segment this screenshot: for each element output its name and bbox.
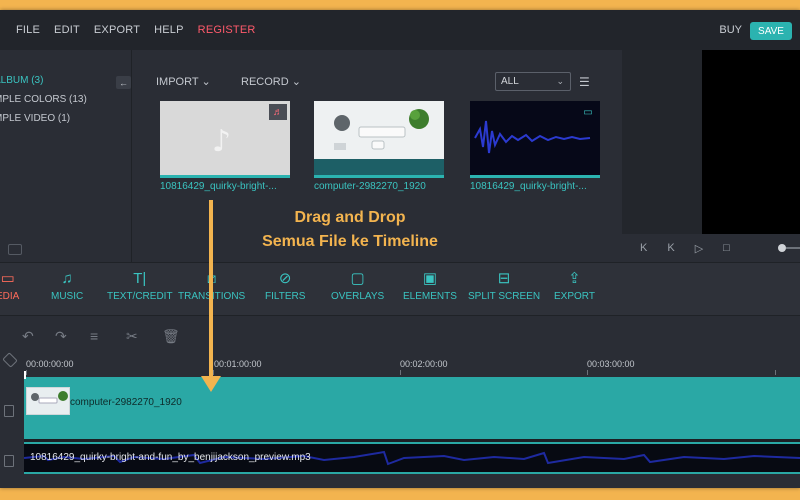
- progress-handle[interactable]: [778, 244, 786, 252]
- media-sidebar: ALBUM (3) MPLE COLORS (13) MPLE VIDEO (1…: [0, 50, 132, 262]
- skip-back-button[interactable]: K: [640, 242, 647, 254]
- ruler-time: 00:00:00:00: [26, 359, 74, 369]
- media-thumbnail-image[interactable]: [314, 101, 444, 178]
- buy-link[interactable]: BUY: [719, 24, 742, 36]
- thumbnail-label: 10816429_quirky-bright-...: [470, 181, 587, 192]
- chevron-down-icon: ⌄: [201, 76, 211, 88]
- edit-toolbar: ↶ ↷ ≡ ✂ 🗑: [0, 317, 800, 355]
- thumbnail-label: computer-2982270_1920: [314, 181, 426, 192]
- ruler-tick: [587, 370, 588, 375]
- tab-music[interactable]: ♫ MUSIC: [51, 269, 83, 313]
- sidebar-item-album[interactable]: ALBUM (3): [0, 75, 43, 86]
- track-gutter: [0, 352, 24, 488]
- list-view-icon[interactable]: ☰: [579, 75, 590, 89]
- chevron-down-icon: ⌄: [556, 76, 564, 86]
- menu-bar: FILE EDIT EXPORT HELP REGISTER BUY SAVE: [0, 10, 800, 50]
- sidebar-item-sample-colors[interactable]: MPLE COLORS (13): [0, 94, 87, 105]
- menu-register[interactable]: REGISTER: [198, 24, 256, 36]
- ruler-tick: [213, 370, 214, 375]
- filter-icon: ⊘: [278, 270, 292, 287]
- playhead[interactable]: [24, 371, 26, 379]
- tab-overlays[interactable]: ▢ OVERLAYS: [331, 269, 384, 313]
- player-controls: K K ▷ □: [622, 234, 800, 262]
- scissors-icon[interactable]: ✂: [126, 328, 138, 345]
- delete-folder-icon[interactable]: [8, 244, 22, 255]
- folder-icon: ▭: [0, 270, 15, 287]
- audio-track-clip[interactable]: 10816429_quirky-bright-and-fun_by_benjij…: [24, 442, 800, 474]
- tab-elements[interactable]: ▣ ELEMENTS: [403, 269, 457, 313]
- svg-text:♪: ♪: [212, 124, 231, 159]
- progress-track[interactable]: [786, 247, 800, 249]
- ruler-time: 00:02:00:00: [400, 359, 448, 369]
- ruler-tick: [26, 370, 27, 375]
- thumbnail-selection-bar: [160, 175, 290, 178]
- tab-text-credit[interactable]: T| TEXT/CREDIT: [107, 269, 173, 313]
- desk-image: [314, 101, 444, 175]
- video-track-clip[interactable]: computer-2982270_1920: [24, 377, 800, 439]
- menu-export[interactable]: EXPORT: [94, 24, 140, 36]
- save-button[interactable]: SAVE: [750, 22, 792, 40]
- adjust-icon[interactable]: ≡: [90, 328, 98, 344]
- preview-screen: [702, 50, 800, 234]
- tab-export[interactable]: ⇪ EXPORT: [554, 269, 595, 313]
- module-tabs: ▭ EDIA ♫ MUSIC T| TEXT/CREDIT ⧄ TRANSITI…: [0, 262, 800, 316]
- chevron-down-icon: ⌄: [291, 76, 301, 88]
- preview-panel: [622, 50, 800, 234]
- split-screen-icon: ⊟: [497, 270, 511, 287]
- link-icon[interactable]: [2, 352, 18, 368]
- redo-icon[interactable]: ↷: [55, 328, 67, 345]
- app-window: FILE EDIT EXPORT HELP REGISTER BUY SAVE …: [0, 10, 800, 488]
- text-icon: T|: [133, 270, 147, 287]
- filter-select[interactable]: ALL ⌄: [495, 72, 571, 91]
- play-button[interactable]: ▷: [695, 242, 703, 255]
- sidebar-item-sample-video[interactable]: MPLE VIDEO (1): [0, 113, 70, 124]
- ruler-time: 00:01:00:00: [214, 359, 262, 369]
- import-button[interactable]: IMPORT ⌄: [156, 75, 211, 88]
- menu-edit[interactable]: EDIT: [54, 24, 80, 36]
- video-camera-icon: ▭: [583, 106, 593, 118]
- record-button[interactable]: RECORD ⌄: [241, 75, 301, 88]
- thumbnail-label: 10816429_quirky-bright-...: [160, 181, 277, 192]
- stop-button[interactable]: □: [723, 242, 730, 254]
- ruler-tick: [775, 370, 776, 375]
- ruler-time: 00:03:00:00: [587, 359, 635, 369]
- thumbnail-selection-bar: [314, 175, 444, 178]
- video-clip-label: computer-2982270_1920: [70, 397, 182, 408]
- media-thumbnail-video[interactable]: ▭: [470, 101, 600, 178]
- overlay-icon: ▢: [350, 270, 365, 287]
- trash-icon[interactable]: 🗑: [162, 328, 180, 345]
- tab-media[interactable]: ▭ EDIA: [0, 269, 19, 313]
- audio-track-icon[interactable]: [4, 455, 14, 467]
- elements-icon: ▣: [422, 270, 438, 287]
- frame-back-button[interactable]: K: [667, 242, 674, 254]
- menu-help[interactable]: HELP: [154, 24, 184, 36]
- tab-split-screen[interactable]: ⊟ SPLIT SCREEN: [468, 269, 540, 313]
- clip-thumbnail: [26, 387, 70, 415]
- timeline-ruler[interactable]: 00:00:00:00 00:01:00:00 00:02:00:00 00:0…: [0, 355, 800, 375]
- export-icon: ⇪: [568, 270, 581, 287]
- thumbnail-selection-bar: [470, 175, 600, 178]
- undo-icon[interactable]: ↶: [22, 328, 34, 345]
- menu-file[interactable]: FILE: [16, 24, 40, 36]
- video-track-icon[interactable]: [4, 405, 14, 417]
- ruler-tick: [400, 370, 401, 375]
- audio-clip-label: 10816429_quirky-bright-and-fun_by_benjij…: [30, 452, 311, 463]
- annotation-arrow-shaft: [209, 200, 213, 380]
- tab-filters[interactable]: ⊘ FILTERS: [265, 269, 305, 313]
- audio-badge-icon: ♬: [269, 104, 287, 120]
- music-icon: ♫: [61, 270, 73, 287]
- annotation-arrow-head: [201, 376, 221, 392]
- media-thumbnail-audio[interactable]: ♪ ♬: [160, 101, 290, 178]
- annotation-text: Drag and Drop Semua File ke Timeline: [262, 209, 438, 250]
- arrow-left-icon[interactable]: ←: [116, 76, 131, 89]
